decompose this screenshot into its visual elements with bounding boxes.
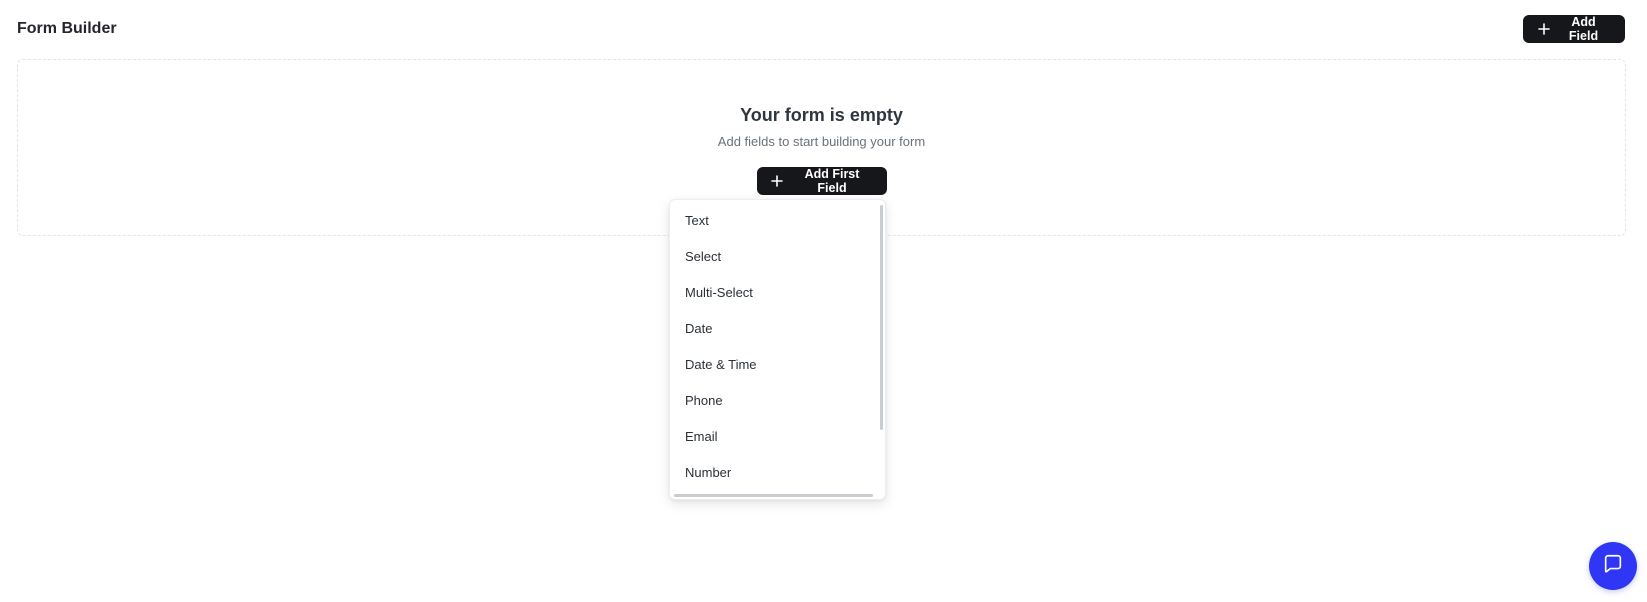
add-first-field-button[interactable]: Add First Field bbox=[757, 167, 887, 195]
add-first-field-label: Add First Field bbox=[804, 167, 860, 195]
chat-bubble-icon bbox=[1602, 553, 1624, 580]
chat-button[interactable] bbox=[1589, 542, 1637, 590]
vertical-scrollbar[interactable] bbox=[880, 205, 883, 430]
field-type-email[interactable]: Email bbox=[670, 419, 885, 455]
empty-state-title: Your form is empty bbox=[740, 105, 903, 125]
field-type-text[interactable]: Text bbox=[670, 203, 885, 239]
field-type-select[interactable]: Select bbox=[670, 239, 885, 275]
plus-icon bbox=[1538, 23, 1550, 35]
field-type-date[interactable]: Date bbox=[670, 311, 885, 347]
field-type-dropdown[interactable]: Text Select Multi-Select Date Date & Tim… bbox=[669, 199, 886, 500]
add-field-button[interactable]: Add Field bbox=[1523, 15, 1625, 43]
field-type-phone[interactable]: Phone bbox=[670, 383, 885, 419]
plus-icon bbox=[771, 175, 783, 187]
empty-state-subtitle: Add fields to start building your form bbox=[717, 134, 926, 149]
add-field-label: Add Field bbox=[1568, 15, 1599, 43]
field-type-multi-select[interactable]: Multi-Select bbox=[670, 275, 885, 311]
field-type-number[interactable]: Number bbox=[670, 455, 885, 491]
page-title: Form Builder bbox=[17, 20, 117, 37]
horizontal-scrollbar[interactable] bbox=[674, 494, 873, 497]
field-type-date-time[interactable]: Date & Time bbox=[670, 347, 885, 383]
field-type-list: Text Select Multi-Select Date Date & Tim… bbox=[670, 200, 885, 491]
